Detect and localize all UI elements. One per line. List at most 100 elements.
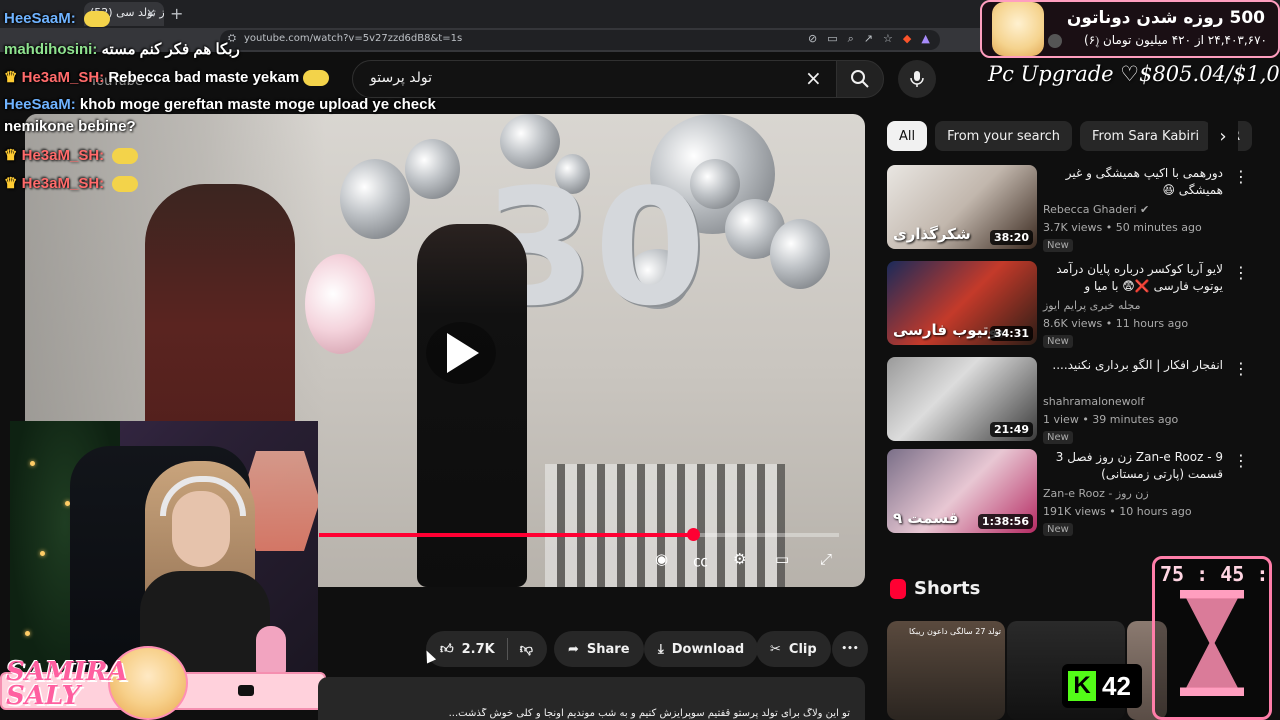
- captions-icon[interactable]: ㏄: [693, 550, 708, 571]
- video-title[interactable]: لایو آریا کوکسر درباره پایان درآمد یوتوب…: [1043, 261, 1223, 295]
- theater-mode-icon[interactable]: ▭: [775, 550, 789, 568]
- more-vert-icon[interactable]: ⋮: [1233, 263, 1249, 282]
- fullscreen-icon[interactable]: ⤢: [820, 550, 832, 568]
- streamer-logo: SAMIRA SALY: [6, 657, 128, 711]
- share-arrow-icon: ➦: [568, 641, 579, 657]
- recommendation-card[interactable]: شکرگذاری 38:20 دورهمی با اکیپ همیشگی و غیر…: [887, 165, 1267, 252]
- disco-balloon: [770, 219, 830, 289]
- chat-username: HeeSaaM:: [4, 10, 76, 27]
- like-count[interactable]: 2.7K: [462, 642, 495, 657]
- search-button[interactable]: [836, 60, 884, 98]
- play-button[interactable]: [426, 322, 496, 384]
- video-title[interactable]: Zan-e Rooz - 9 زن روز فصل 3 قسمت (پارتی …: [1043, 449, 1223, 483]
- chat-message: nemikone bebine?: [4, 118, 136, 135]
- kick-logo-icon: K: [1068, 671, 1096, 701]
- clip-button[interactable]: ✂ Clip: [756, 631, 831, 667]
- brave-shield-icon[interactable]: ◆: [903, 32, 911, 46]
- video-title[interactable]: دورهمی با اکیپ همیشگی و غیر همیشگی 😆: [1043, 165, 1223, 199]
- settings-icon[interactable]: ⚙: [733, 550, 746, 568]
- video-thumbnail[interactable]: قسمت ۹ 1:38:56: [887, 449, 1037, 533]
- pink-balloon: [305, 254, 375, 354]
- recommendation-card[interactable]: قسمت ۹ 1:38:56 Zan-e Rooz - 9 زن روز فصل 3…: [887, 449, 1267, 536]
- autoplay-icon[interactable]: ◉: [655, 550, 668, 568]
- duration-badge: 1:38:56: [977, 514, 1033, 529]
- divider: [506, 638, 508, 660]
- chat-message: HeeSaaM: khob moge gereftan maste moge u…: [4, 96, 436, 113]
- new-badge: New: [1043, 523, 1073, 536]
- chat-text: ربکا هم فکر کنم مسته: [101, 41, 240, 58]
- chat-text: Rebecca bad maste yekam: [108, 69, 300, 86]
- dislike-icon[interactable]: 👎︎: [520, 642, 533, 657]
- video-thumbnail[interactable]: شکرگذاری 38:20: [887, 165, 1037, 249]
- short-card[interactable]: تولد 27 سالگی داعون ریبکا: [887, 621, 1005, 720]
- video-meta: 1 view • 39 minutes ago: [1043, 413, 1179, 426]
- kick-viewer-count: 42: [1102, 670, 1131, 701]
- microphone-icon: [910, 71, 924, 87]
- cast-icon[interactable]: ▭: [827, 32, 837, 46]
- zoom-icon[interactable]: ⌕: [848, 32, 854, 46]
- more-vert-icon[interactable]: ⋮: [1233, 359, 1249, 378]
- channel-name[interactable]: Rebecca Ghaderi ✔: [1043, 203, 1149, 216]
- tree-light: [30, 461, 35, 466]
- screen: (52) از تولد سی‌ × + ⛭ youtube.com/watch…: [0, 0, 1280, 720]
- tab-close-icon[interactable]: ×: [146, 6, 156, 20]
- streamer-webcam: [10, 421, 318, 676]
- chat-text: nemikone bebine?: [4, 118, 136, 135]
- description-text: تو این ولاگ برای تولد پرستو قفتیم سوپرای…: [448, 708, 850, 719]
- video-thumbnail[interactable]: یوتیوب فارسی 34:31: [887, 261, 1037, 345]
- like-icon[interactable]: 👍︎: [440, 642, 454, 657]
- search-query[interactable]: تولد پرستو: [370, 70, 432, 86]
- filter-chip[interactable]: From your search: [935, 121, 1073, 151]
- scissors-icon: ✂: [770, 641, 781, 657]
- duration-badge: 21:49: [989, 422, 1033, 437]
- goal-text: Pc Upgrade ♡$805.04/$1,000: [988, 62, 1280, 86]
- bookmark-icon[interactable]: ☆: [883, 32, 893, 46]
- voice-search-button[interactable]: [898, 60, 936, 98]
- more-icon: •••: [841, 644, 859, 654]
- new-tab-button[interactable]: +: [170, 4, 183, 23]
- new-badge: New: [1043, 335, 1073, 348]
- share-button[interactable]: ➦ Share: [554, 631, 644, 667]
- url-text[interactable]: youtube.com/watch?v=5v27zzd6dB8&t=1s: [244, 33, 462, 44]
- clear-search-icon[interactable]: ×: [805, 66, 822, 90]
- chevron-right-icon[interactable]: ›: [1208, 121, 1238, 151]
- emote-icon: [83, 11, 110, 28]
- channel-name[interactable]: shahramalonewolf: [1043, 395, 1144, 408]
- video-thumbnail[interactable]: 21:49: [887, 357, 1037, 441]
- clip-label: Clip: [788, 641, 817, 657]
- tree-light: [40, 551, 45, 556]
- channel-name[interactable]: مجله خبری پرایم ایوز: [1043, 299, 1141, 312]
- download-button[interactable]: ⤓ Download: [644, 631, 759, 667]
- search-icon: [851, 70, 869, 88]
- kick-viewers: K 42: [1062, 664, 1142, 708]
- recommendation-card[interactable]: یوتیوب فارسی 34:31 لایو آریا کوکسر درباره …: [887, 261, 1267, 348]
- crown-icon: ♛: [4, 147, 22, 164]
- scrubber-handle[interactable]: [687, 528, 700, 541]
- chat-username: He3aM_SH:: [21, 175, 105, 192]
- channel-name[interactable]: Zan-e Rooz - زن روز: [1043, 487, 1149, 500]
- video-meta: 191K views • 10 hours ago: [1043, 505, 1192, 518]
- emote-icon: [112, 176, 139, 193]
- chat-username: mahdihosini:: [4, 41, 98, 58]
- donation-title: 500 روزه شدن دوناتون: [1066, 8, 1265, 28]
- recommendation-card[interactable]: 21:49 انفجار افکار | الگو برداری نکنید...…: [887, 357, 1267, 444]
- eye-off-icon[interactable]: ⊘: [808, 32, 817, 46]
- thumbnail-text: قسمت ۹: [893, 509, 959, 527]
- crown-icon: ♛: [4, 69, 22, 86]
- more-vert-icon[interactable]: ⋮: [1233, 167, 1249, 186]
- filter-chip[interactable]: All: [887, 121, 928, 151]
- crown-icon: ♛: [4, 175, 22, 192]
- share-icon[interactable]: ↗: [864, 32, 873, 46]
- donation-subtitle: ۲۴,۴۰۳,۶۷۰ از ۴۲۰ میلیون تومان (۪۶): [1084, 33, 1267, 47]
- emote-icon: [112, 148, 139, 165]
- video-title[interactable]: انفجار افکار | الگو برداری نکنید....: [1043, 357, 1223, 391]
- youtube-small-icon: [238, 685, 254, 696]
- thumbnail-text: شکرگذاری: [893, 225, 971, 243]
- browser-extensions: ⊘ ▭ ⌕ ↗ ☆ ◆ ▲: [808, 32, 930, 46]
- more-actions-button[interactable]: •••: [832, 631, 868, 667]
- more-vert-icon[interactable]: ⋮: [1233, 451, 1249, 470]
- filter-chip[interactable]: From Sara Kabiri: [1080, 121, 1212, 151]
- chat-text: khob moge gereftan maste moge upload ye …: [79, 96, 436, 113]
- rewards-icon[interactable]: ▲: [921, 32, 929, 46]
- filter-chips: AllFrom your searchFrom Sara KabiriR: [887, 121, 1253, 151]
